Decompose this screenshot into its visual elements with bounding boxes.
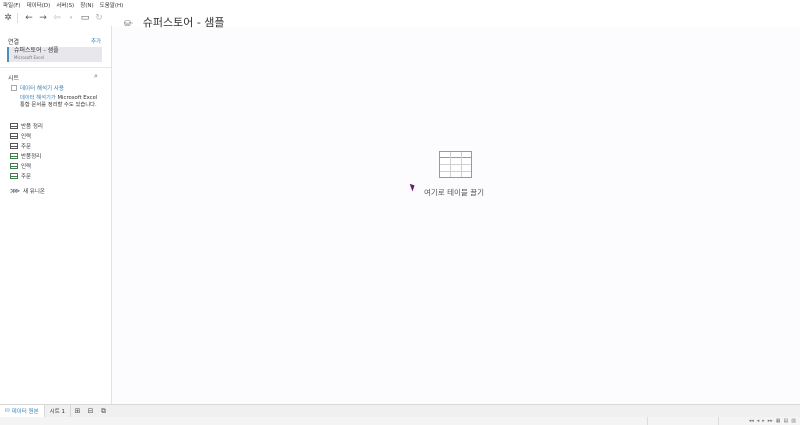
sheet-item-people[interactable]: 인력 xyxy=(10,132,31,140)
datasource-title[interactable]: ⛁· 슈퍼스토어 - 샘플 xyxy=(124,14,225,30)
connection-type: Microsoft Excel xyxy=(14,55,45,60)
union-icon: ⋙ xyxy=(10,187,20,195)
sheet-item-label: 주문 xyxy=(21,144,32,150)
search-icon[interactable]: ⌕ xyxy=(94,72,98,81)
sheet-item-label: 반품정리 xyxy=(21,154,42,160)
status-cell xyxy=(0,417,648,425)
grid-view-icon[interactable]: ▦ xyxy=(776,418,781,424)
sheet-item-label: 인력 xyxy=(21,164,32,170)
list-view-icon[interactable]: ▤ xyxy=(784,418,789,424)
tab-datasource[interactable]: ⛁ 데이터 원본 xyxy=(0,405,45,417)
table-placeholder-icon xyxy=(439,151,472,178)
menu-window[interactable]: 창(N) xyxy=(77,1,96,9)
interpreter-description: 데이터 해석기가 Microsoft Excel 통합 문서를 정리할 수도 있… xyxy=(20,95,102,109)
interpreter-label[interactable]: 데이터 해석기 사용 xyxy=(20,84,64,92)
next-page-icon[interactable]: ▸ xyxy=(762,418,765,424)
new-worksheet-icon[interactable]: ⊞ xyxy=(71,405,84,417)
sheet-tab-bar: ⛁ 데이터 원본 시트 1 ⊞ ⊟ ⧉ xyxy=(0,404,800,417)
connection-name: 슈퍼스토어 - 샘플 xyxy=(14,47,59,54)
table-icon xyxy=(10,123,18,129)
named-range-icon xyxy=(10,173,18,179)
datasource-title-text: 슈퍼스토어 - 샘플 xyxy=(142,16,225,29)
sheet-item-label: 반품 정리 xyxy=(21,124,43,130)
save-icon[interactable]: ▭ xyxy=(79,12,91,24)
sheet-item-label: 인력 xyxy=(21,134,32,140)
new-union-label: 새 유니온 xyxy=(22,189,45,195)
named-range-icon xyxy=(10,163,18,169)
prev-page-icon[interactable]: ◂ xyxy=(757,418,760,424)
forward-arrow-icon[interactable]: → xyxy=(37,12,49,24)
menu-server[interactable]: 서버(S) xyxy=(53,1,77,9)
new-story-icon[interactable]: ⧉ xyxy=(97,405,110,417)
dropdown-icon[interactable]: ▾ xyxy=(65,12,77,24)
mouse-cursor-icon xyxy=(409,182,417,192)
first-page-icon[interactable]: ◂◂ xyxy=(749,418,754,424)
sheet-item-label: 주문 xyxy=(21,174,32,180)
interpreter-checkbox[interactable] xyxy=(11,85,17,91)
table-icon xyxy=(10,143,18,149)
table-icon xyxy=(10,133,18,139)
refresh-icon[interactable]: ↻ xyxy=(93,12,105,24)
menu-bar: 파일(F) 데이터(D) 서버(S) 창(N) 도움말(H) xyxy=(0,0,800,9)
undo-icon[interactable]: ⇦ xyxy=(51,12,63,24)
menu-data[interactable]: 데이터(D) xyxy=(24,1,54,9)
sheet-item-orders[interactable]: 주문 xyxy=(10,142,31,150)
status-controls: ◂◂ ◂ ▸ ▸▸ ▦ ▤ ▥ xyxy=(746,417,796,425)
tab-sheet-1[interactable]: 시트 1 xyxy=(45,405,72,417)
toolbar-divider xyxy=(17,12,18,23)
back-arrow-icon[interactable]: ← xyxy=(23,12,35,24)
new-union-item[interactable]: ⋙ 새 유니온 xyxy=(10,187,45,195)
toolbar: ✲ ← → ⇦ ▾ ▭ ↻ xyxy=(0,9,800,26)
drop-hint-text: 여기로 테이블 끌기 xyxy=(424,188,484,197)
sheet-item-returns[interactable]: 반품 정리 xyxy=(10,122,43,130)
datasource-tab-icon: ⛁ xyxy=(5,408,10,414)
new-dashboard-icon[interactable]: ⊟ xyxy=(84,405,97,417)
connection-item[interactable]: 슈퍼스토어 - 샘플 Microsoft Excel xyxy=(7,47,102,62)
interpreter-link[interactable]: 데이터 해석기가 xyxy=(20,95,56,101)
last-page-icon[interactable]: ▸▸ xyxy=(768,418,773,424)
menu-help[interactable]: 도움말(H) xyxy=(97,1,127,9)
range-item-people[interactable]: 인력 xyxy=(10,162,31,170)
section-divider xyxy=(0,67,111,68)
menu-file[interactable]: 파일(F) xyxy=(0,1,24,9)
range-item-orders[interactable]: 주문 xyxy=(10,172,31,180)
database-icon: ⛁· xyxy=(124,19,134,28)
tab-datasource-label: 데이터 원본 xyxy=(11,409,39,415)
named-range-icon xyxy=(10,153,18,159)
tableau-logo-icon[interactable]: ✲ xyxy=(2,12,14,24)
data-pane: 연결 추가 슈퍼스토어 - 샘플 Microsoft Excel 시트 ⌕ 데이… xyxy=(0,26,112,404)
film-view-icon[interactable]: ▥ xyxy=(791,418,796,424)
connections-heading: 연결 xyxy=(8,39,20,46)
sheets-heading: 시트 xyxy=(8,75,20,82)
range-item-returns[interactable]: 반품정리 xyxy=(10,152,41,160)
status-bar: ◂◂ ◂ ▸ ▸▸ ▦ ▤ ▥ xyxy=(0,417,800,425)
add-connection-link[interactable]: 추가 xyxy=(91,37,101,45)
status-cell xyxy=(648,417,719,425)
